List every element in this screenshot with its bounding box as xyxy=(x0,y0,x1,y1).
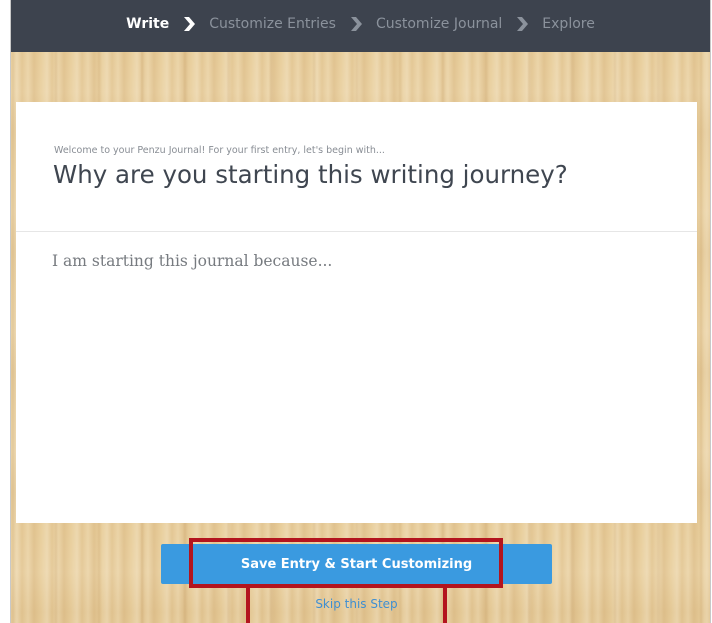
highlight-line-right xyxy=(443,588,447,623)
chevron-right-icon xyxy=(347,15,365,33)
step-customize-entries[interactable]: Customize Entries xyxy=(209,16,336,32)
save-entry-button[interactable]: Save Entry & Start Customizing xyxy=(161,544,552,584)
step-explore[interactable]: Explore xyxy=(542,16,595,32)
prompt-intro-text: Welcome to your Penzu Journal! For your … xyxy=(54,145,385,156)
wizard-progress-bar: Write Customize Entries Customize Journa… xyxy=(11,0,710,52)
skip-step-link[interactable]: Skip this Step xyxy=(251,597,462,611)
step-write[interactable]: Write xyxy=(126,16,169,32)
step-customize-journal[interactable]: Customize Journal xyxy=(376,16,502,32)
highlight-line-left xyxy=(246,588,250,623)
journal-entry-card: Welcome to your Penzu Journal! For your … xyxy=(16,102,697,523)
chevron-right-icon xyxy=(513,15,531,33)
chevron-right-icon xyxy=(180,15,198,33)
app-window: Write Customize Entries Customize Journa… xyxy=(10,0,711,623)
entry-prompt-header: Welcome to your Penzu Journal! For your … xyxy=(16,102,697,232)
prompt-question-title: Why are you starting this writing journe… xyxy=(53,160,568,189)
journal-entry-textarea[interactable] xyxy=(52,252,652,492)
